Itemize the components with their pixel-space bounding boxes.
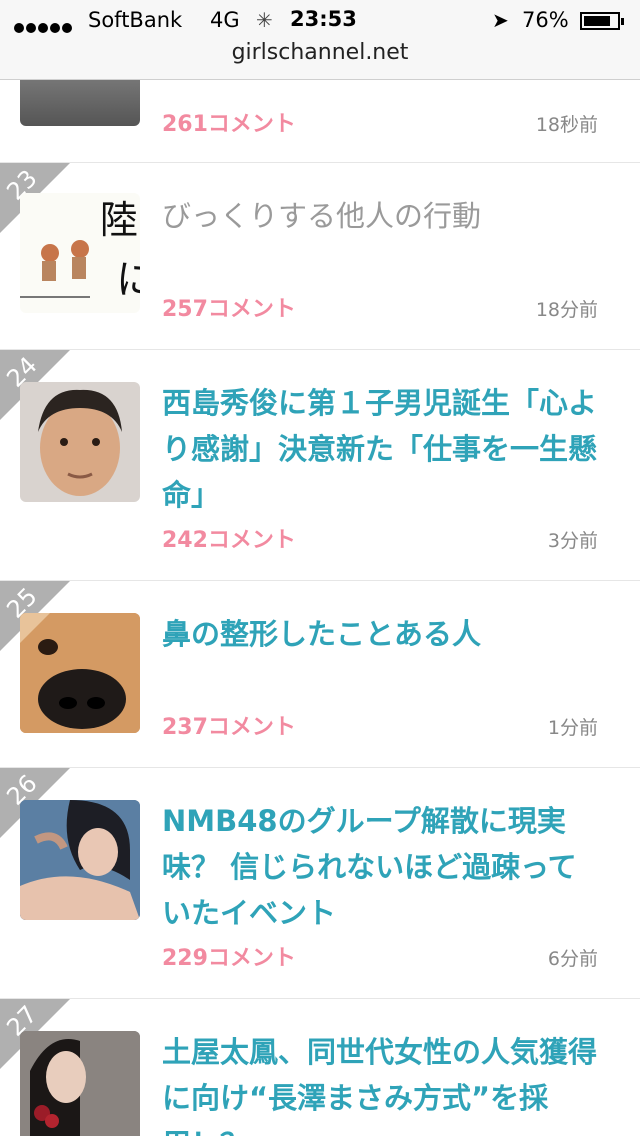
- list-item[interactable]: 24 西島秀俊に第１子男児誕生「心より感謝」決意新た「仕事を一生懸命」 242コ…: [0, 350, 640, 581]
- article-title[interactable]: びっくりする他人の行動: [162, 193, 602, 239]
- timestamp: 3分前: [547, 530, 598, 552]
- comment-count: 257コメント: [162, 297, 296, 322]
- article-title[interactable]: 西島秀俊に第１子男児誕生「心より感謝」決意新た「仕事を一生懸命」: [162, 380, 602, 518]
- list-item[interactable]: 26 NMB48のグループ解散に現実味？ 信じられないほど過疎っていたイベント …: [0, 768, 640, 999]
- svg-text:に: に: [116, 257, 140, 303]
- thumbnail-image: 陸 に: [20, 193, 140, 313]
- status-clock: 23:53: [290, 7, 357, 31]
- comment-count: 242コメント: [162, 528, 296, 553]
- carrier-name: SoftBank: [88, 8, 183, 32]
- list-item[interactable]: 23 陸 に びっくりする他人の行動 257コメント 18分前: [0, 163, 640, 350]
- comment-count: 229コメント: [162, 946, 296, 971]
- timestamp: 1分前: [547, 717, 598, 739]
- activity-spinner-icon: ✳: [256, 8, 273, 32]
- signal-strength-icon: [14, 14, 74, 38]
- address-bar-url[interactable]: girlschannel.net: [0, 40, 640, 65]
- article-title[interactable]: NMB48のグループ解散に現実味？ 信じられないほど過疎っていたイベント: [162, 798, 602, 936]
- svg-text:陸: 陸: [100, 198, 138, 242]
- battery-icon: [580, 12, 624, 30]
- timestamp: 18秒前: [535, 114, 598, 136]
- comment-count: 261コメント: [162, 112, 296, 137]
- location-arrow-icon: ➤: [492, 8, 509, 32]
- timestamp: 18分前: [535, 299, 598, 321]
- timestamp: 6分前: [547, 948, 598, 970]
- thumbnail-image: [20, 1031, 140, 1136]
- thumbnail-image: [20, 382, 140, 502]
- list-item[interactable]: 27 土屋太鳳、同世代女性の人気獲得に向け“長澤まさみ方式”を採用！？: [0, 999, 640, 1136]
- list-item[interactable]: 25 鼻の整形したことある人 237コメント 1分前: [0, 581, 640, 768]
- battery-percent: 76%: [522, 8, 569, 32]
- thumbnail-image: [20, 613, 140, 733]
- thumbnail-image: [20, 800, 140, 920]
- comment-count: 237コメント: [162, 715, 296, 740]
- status-bar: SoftBank 4G ✳ 23:53 ➤ 76% girlschannel.n…: [0, 0, 640, 80]
- article-title[interactable]: 土屋太鳳、同世代女性の人気獲得に向け“長澤まさみ方式”を採用！？: [162, 1029, 602, 1136]
- network-type: 4G: [210, 8, 240, 32]
- article-title[interactable]: 鼻の整形したことある人: [162, 611, 602, 657]
